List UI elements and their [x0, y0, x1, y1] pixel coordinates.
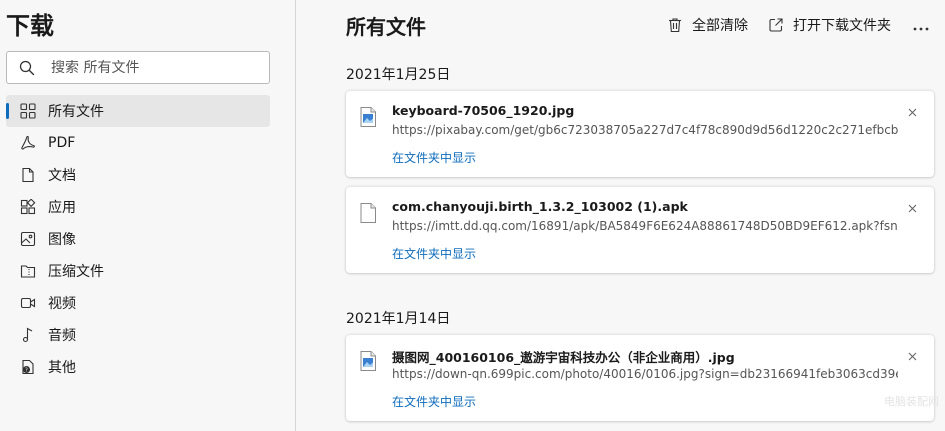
category-nav: 所有文件 PDF 文档 应用 图像 压缩文件 视频 音频 ? 其他 — [6, 95, 270, 383]
download-item[interactable]: 摄图网_400160106_遨游宇宙科技办公（非企业商用）.jpg https:… — [346, 335, 934, 421]
sidebar-item-archives[interactable]: 压缩文件 — [6, 255, 270, 287]
sidebar-item-documents[interactable]: 文档 — [6, 159, 270, 191]
clear-all-label: 全部清除 — [692, 18, 748, 34]
sidebar-item-label: 应用 — [48, 200, 76, 216]
sidebar-item-apps[interactable]: 应用 — [6, 191, 270, 223]
date-header: 2021年1月25日 — [346, 67, 451, 83]
sidebar-item-label: 视频 — [48, 296, 76, 312]
video-icon — [19, 294, 37, 312]
sidebar-item-pdf[interactable]: PDF — [6, 127, 270, 159]
audio-icon — [19, 326, 37, 344]
remove-download-button[interactable] — [906, 201, 918, 213]
pdf-icon — [19, 134, 37, 152]
search-icon — [19, 60, 35, 76]
close-icon — [908, 198, 917, 217]
sidebar-item-label: 音频 — [48, 328, 76, 344]
image-file-icon — [360, 351, 376, 371]
sidebar-item-videos[interactable]: 视频 — [6, 287, 270, 319]
close-icon — [908, 346, 917, 365]
sidebar-item-images[interactable]: 图像 — [6, 223, 270, 255]
svg-text:?: ? — [25, 367, 28, 373]
search-input[interactable] — [51, 59, 251, 76]
sidebar-item-label: 其他 — [48, 360, 76, 376]
grid-icon — [19, 102, 37, 120]
more-options-button[interactable] — [913, 16, 929, 35]
page-title: 所有文件 — [346, 15, 426, 39]
file-name[interactable]: 摄图网_400160106_遨游宇宙科技办公（非企业商用）.jpg — [392, 347, 735, 366]
watermark: 电脑装配网 — [884, 395, 939, 408]
show-in-folder-link[interactable]: 在文件夹中显示 — [392, 149, 476, 166]
file-url: https://down-qn.699pic.com/photo/40016/0… — [392, 367, 898, 381]
sidebar: 下载 所有文件 PDF 文档 应 — [0, 0, 296, 431]
clear-all-button[interactable]: 全部清除 — [667, 15, 748, 35]
show-in-folder-link[interactable]: 在文件夹中显示 — [392, 393, 476, 410]
sidebar-item-label: PDF — [48, 135, 76, 151]
show-in-folder-link[interactable]: 在文件夹中显示 — [392, 245, 476, 262]
file-url: https://imtt.dd.qq.com/16891/apk/BA5849F… — [392, 219, 898, 233]
more-icon — [913, 16, 929, 35]
sidebar-item-other[interactable]: ? 其他 — [6, 351, 270, 383]
image-file-icon — [360, 107, 376, 127]
open-download-folder-button[interactable]: 打开下载文件夹 — [768, 15, 891, 35]
search-box[interactable] — [6, 51, 270, 84]
other-icon: ? — [19, 358, 37, 376]
close-icon — [908, 102, 917, 121]
sidebar-item-label: 图像 — [48, 232, 76, 248]
toolbar: 全部清除 打开下载文件夹 — [647, 14, 929, 36]
remove-download-button[interactable] — [906, 349, 918, 361]
document-icon — [19, 166, 37, 184]
sidebar-item-label: 所有文件 — [48, 104, 104, 120]
remove-download-button[interactable] — [906, 105, 918, 117]
trash-icon — [667, 17, 683, 33]
sidebar-item-label: 文档 — [48, 168, 76, 184]
external-link-icon — [768, 17, 784, 33]
zip-icon — [19, 262, 37, 280]
sidebar-item-all-files[interactable]: 所有文件 — [6, 95, 270, 127]
generic-file-icon — [360, 203, 376, 223]
download-item[interactable]: com.chanyouji.birth_1.3.2_103002 (1).apk… — [346, 187, 934, 273]
file-name[interactable]: keyboard-70506_1920.jpg — [392, 103, 574, 118]
apps-icon — [19, 198, 37, 216]
date-header: 2021年1月14日 — [346, 311, 451, 327]
open-download-folder-label: 打开下载文件夹 — [793, 18, 891, 34]
download-item[interactable]: keyboard-70506_1920.jpg https://pixabay.… — [346, 91, 934, 177]
file-url: https://pixabay.com/get/gb6c723038705a22… — [392, 123, 898, 137]
sidebar-title: 下载 — [6, 12, 54, 40]
file-name[interactable]: com.chanyouji.birth_1.3.2_103002 (1).apk — [392, 199, 688, 214]
sidebar-item-audio[interactable]: 音频 — [6, 319, 270, 351]
sidebar-item-label: 压缩文件 — [48, 264, 104, 280]
main-panel: 所有文件 全部清除 打开下载文件夹 2021年1月25日 keyboard-70… — [296, 0, 945, 431]
image-icon — [19, 230, 37, 248]
